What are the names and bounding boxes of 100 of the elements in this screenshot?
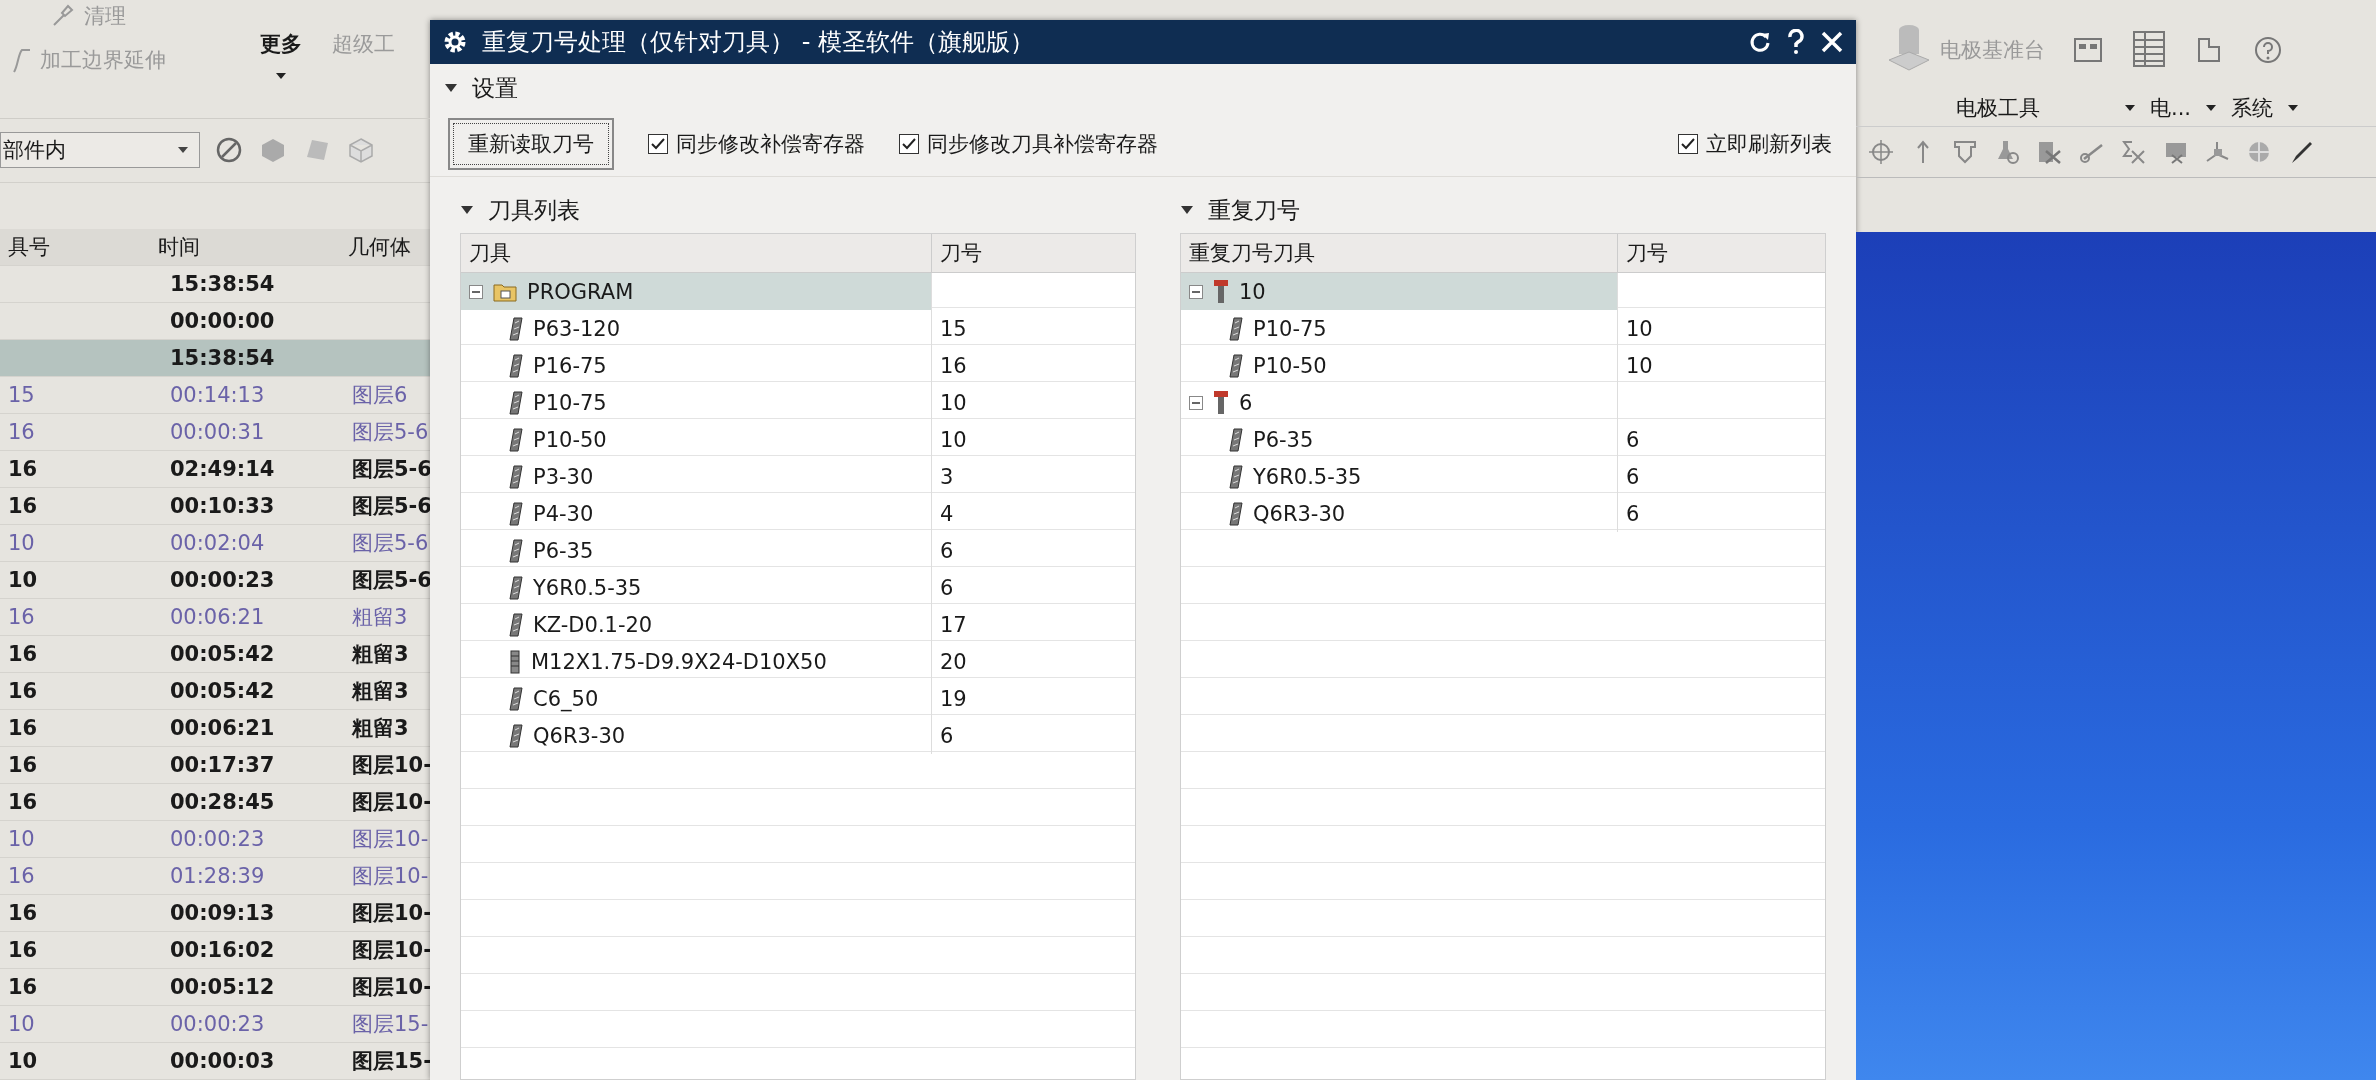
caret-icon[interactable] — [2205, 104, 2218, 112]
table-cell: 图层6 — [352, 383, 408, 407]
table-cell: 00:00:03 — [170, 1049, 275, 1073]
tree-item[interactable]: C6_50 — [533, 686, 599, 711]
tree-item[interactable]: PROGRAM — [527, 279, 634, 304]
table-cell: 00:05:42 — [170, 679, 275, 703]
checkbox[interactable] — [899, 134, 919, 154]
table-cell: 图层10- — [352, 827, 429, 851]
table-cell: 00:00:31 — [170, 420, 265, 444]
table-cell: 16 — [8, 457, 38, 481]
tool-number: 17 — [940, 612, 967, 637]
tree-item[interactable]: P3-30 — [533, 464, 594, 489]
table-cell: 00:00:23 — [170, 568, 275, 592]
table-cell: 01:28:39 — [170, 864, 265, 888]
section-title[interactable]: 刀具列表 — [488, 194, 580, 226]
column-header[interactable]: 几何体 — [340, 233, 430, 261]
help-icon[interactable] — [1786, 29, 1806, 55]
end-mill-icon — [1229, 464, 1243, 489]
crosshair-icon[interactable] — [1868, 139, 1894, 165]
table-cell: 10 — [8, 1012, 35, 1036]
table-cell: 图层10- — [352, 975, 432, 999]
table-icon[interactable] — [2131, 30, 2167, 70]
column-header[interactable]: 刀具 — [461, 234, 931, 272]
collapse-box-icon[interactable] — [1189, 284, 1203, 299]
table-cell: 图层15- — [352, 1012, 429, 1036]
close-icon[interactable] — [1820, 30, 1844, 54]
table-cell: 16 — [8, 605, 35, 629]
table-cell: 00:09:13 — [170, 901, 275, 925]
collapse-box-icon[interactable] — [1189, 395, 1203, 410]
checkbox-label[interactable]: 立即刷新列表 — [1706, 130, 1832, 158]
more-label[interactable]: 更多 — [260, 30, 302, 58]
tree-item[interactable]: P10-50 — [533, 427, 607, 452]
tool-number: 20 — [940, 649, 967, 674]
section-title[interactable]: 设置 — [472, 72, 518, 104]
collapse-box-icon[interactable] — [469, 284, 483, 299]
table-cell: 图层10- — [352, 938, 432, 962]
tool-number: 4 — [940, 501, 954, 526]
tree-item[interactable]: P4-30 — [533, 501, 594, 526]
tree-item[interactable]: Y6R0.5-35 — [533, 575, 642, 600]
tool-number: 6 — [940, 538, 954, 563]
tree-item[interactable]: Q6R3-30 — [533, 723, 626, 748]
tree-item[interactable]: Y6R0.5-35 — [1253, 464, 1362, 489]
end-mill-icon — [509, 464, 523, 489]
tree-item[interactable]: P63-120 — [533, 316, 621, 341]
tree-item[interactable]: M12X1.75-D9.9X24-D10X50 — [531, 649, 827, 674]
table-cell: 16 — [8, 938, 38, 962]
column-header[interactable]: 具号 — [0, 233, 150, 261]
collapse-arrow-icon[interactable] — [460, 205, 474, 215]
table-cell: 16 — [8, 790, 38, 814]
tree-item[interactable]: 10 — [1239, 279, 1266, 304]
tool-number: 6 — [1626, 427, 1640, 452]
column-header[interactable]: 刀号 — [1617, 234, 1825, 272]
sphere-icon[interactable] — [2246, 139, 2272, 165]
table-cell: 10 — [8, 827, 35, 851]
caret-icon[interactable] — [2287, 104, 2300, 112]
table-cell: 16 — [8, 753, 38, 777]
table-cell: 16 — [8, 716, 38, 740]
tree-item[interactable]: P6-35 — [533, 538, 594, 563]
checkbox-label[interactable]: 同步修改补偿寄存器 — [676, 130, 865, 158]
tap-icon — [509, 649, 521, 674]
cube-icon[interactable] — [346, 135, 376, 166]
tool-number: 6 — [940, 575, 954, 600]
caret-icon[interactable] — [2124, 104, 2136, 112]
column-header[interactable]: 时间 — [150, 233, 340, 261]
table-cell: 02:49:14 — [170, 457, 275, 481]
table-cell: 图层5-6 — [352, 531, 429, 555]
axis-icon[interactable] — [2204, 139, 2230, 165]
end-mill-icon — [1229, 353, 1243, 378]
column-header[interactable]: 刀号 — [931, 234, 1135, 272]
tree-item[interactable]: Q6R3-30 — [1253, 501, 1346, 526]
tree-item[interactable]: KZ-D0.1-20 — [533, 612, 653, 637]
collapse-arrow-icon[interactable] — [1180, 205, 1194, 215]
table-cell: 15 — [8, 383, 35, 407]
end-mill-icon — [509, 686, 523, 711]
table-cell: 00:10:33 — [170, 494, 275, 518]
checkbox[interactable] — [1678, 134, 1698, 154]
tree-item[interactable]: P10-75 — [1253, 316, 1327, 341]
caret-icon — [177, 146, 189, 155]
tree-item[interactable]: P16-75 — [533, 353, 607, 378]
layout-icon[interactable] — [2073, 35, 2103, 65]
column-header[interactable]: 重复刀号刀具 — [1181, 234, 1617, 272]
tree-item[interactable]: 6 — [1239, 390, 1253, 415]
table-cell: 16 — [8, 975, 38, 999]
tool-icon[interactable] — [1952, 139, 1978, 165]
tree-item[interactable]: P6-35 — [1253, 427, 1314, 452]
refresh-icon[interactable] — [1748, 30, 1772, 54]
tree-item[interactable]: P10-75 — [533, 390, 607, 415]
tree-item[interactable]: P10-50 — [1253, 353, 1327, 378]
table-cell: 00:02:04 — [170, 531, 265, 555]
checkbox-label[interactable]: 同步修改刀具补偿寄存器 — [927, 130, 1158, 158]
checkbox[interactable] — [648, 134, 668, 154]
sum-x-icon[interactable] — [2120, 139, 2146, 165]
filter-combo[interactable]: 部件内 — [0, 132, 200, 169]
cross-grid-icon[interactable] — [2036, 139, 2062, 165]
reload-button[interactable]: 重新读取刀号 — [448, 118, 614, 170]
table-cell: 00:17:37 — [170, 753, 275, 777]
table-cell: 粗留3 — [352, 716, 409, 740]
collapse-arrow-icon[interactable] — [444, 83, 458, 93]
ribbon-group-label: 电... — [2150, 95, 2192, 122]
section-title[interactable]: 重复刀号 — [1208, 194, 1300, 226]
